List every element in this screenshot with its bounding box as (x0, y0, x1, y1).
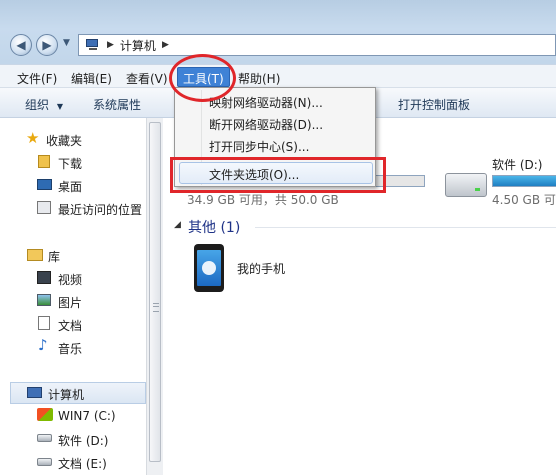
section-divider (255, 227, 556, 228)
menu-item-open-sync-center[interactable]: 打开同步中心(S)... (209, 138, 309, 155)
pictures-icon (37, 294, 51, 306)
scrollbar-grip-icon (153, 303, 159, 312)
breadcrumb-chevron-icon[interactable]: ▶ (107, 40, 114, 50)
menu-help[interactable]: 帮助(H) (238, 70, 280, 87)
address-bar[interactable]: ▶ 计算机 ▶ (78, 34, 556, 56)
drive-d-icon[interactable] (445, 173, 487, 197)
back-arrow-icon: ◀ (16, 38, 26, 52)
drive-d-name[interactable]: 软件 (D:) (492, 156, 542, 173)
menu-item-map-network-drive[interactable]: 映射网络驱动器(N)... (209, 94, 323, 111)
menu-item-disconnect-network-drive[interactable]: 断开网络驱动器(D)... (209, 116, 323, 133)
nav-libraries[interactable]: 库 (48, 248, 60, 265)
collapse-arrow-icon[interactable]: ◢ (174, 220, 181, 230)
breadcrumb-computer[interactable]: 计算机 (120, 37, 156, 54)
drive-c-free-space: 34.9 GB 可用，共 50.0 GB (187, 193, 339, 207)
back-button[interactable]: ◀ (10, 34, 32, 56)
nav-desktop[interactable]: 桌面 (58, 178, 82, 195)
drive-d-capacity-fill (493, 176, 556, 186)
hard-drive-icon (37, 434, 52, 442)
drive-d-capacity-bar (492, 175, 556, 187)
chevron-down-icon: ▼ (56, 102, 63, 111)
libraries-icon (27, 249, 43, 261)
menu-bar: 文件(F) 编辑(E) 查看(V) 工具(T) 帮助(H) (0, 64, 556, 88)
phone-logo-icon (202, 261, 216, 275)
device-my-phone[interactable]: 我的手机 (237, 260, 285, 277)
phone-screen (197, 250, 221, 286)
music-note-icon: ♪ (38, 336, 48, 354)
menu-edit[interactable]: 编辑(E) (71, 70, 112, 87)
windows-drive-icon (37, 408, 53, 421)
nav-drive-e[interactable]: 文档 (E:) (58, 455, 107, 472)
documents-icon (38, 316, 50, 330)
breadcrumb-chevron-icon[interactable]: ▶ (162, 40, 169, 50)
nav-favorites[interactable]: 收藏夹 (46, 132, 82, 149)
forward-button[interactable]: ▶ (36, 34, 58, 56)
scrollbar-thumb[interactable] (149, 122, 161, 462)
open-control-panel-button[interactable]: 打开控制面板 (398, 96, 470, 113)
nav-recent-places[interactable]: 最近访问的位置 (58, 201, 142, 218)
drive-d-free-space: 4.50 GB 可 (492, 193, 556, 207)
recent-places-icon (37, 201, 51, 214)
organize-label: 组织 (25, 98, 50, 112)
downloads-folder-icon (38, 155, 50, 168)
computer-icon (85, 39, 101, 51)
nav-scrollbar[interactable] (146, 118, 163, 475)
menu-file[interactable]: 文件(F) (17, 70, 57, 87)
nav-documents[interactable]: 文档 (58, 317, 82, 334)
nav-music[interactable]: 音乐 (58, 340, 82, 357)
organize-button[interactable]: 组织 ▼ (25, 96, 63, 113)
system-properties-button[interactable]: 系统属性 (93, 96, 141, 113)
section-other-header[interactable]: 其他 (1) (188, 217, 240, 237)
nav-videos[interactable]: 视频 (58, 271, 82, 288)
phone-device-icon[interactable] (194, 244, 224, 292)
menu-view[interactable]: 查看(V) (126, 70, 168, 87)
nav-pictures[interactable]: 图片 (58, 294, 82, 311)
nav-drive-c[interactable]: WIN7 (C:) (58, 409, 116, 423)
annotation-box-folder-options (170, 157, 386, 193)
annotation-circle-tools-menu (169, 54, 236, 102)
computer-icon (27, 387, 42, 398)
hard-drive-icon (37, 458, 52, 466)
nav-drive-d[interactable]: 软件 (D:) (58, 432, 108, 449)
title-bar: ◀ ▶ ▼ ▶ 计算机 ▶ (0, 0, 556, 64)
nav-downloads[interactable]: 下载 (58, 155, 82, 172)
recent-pages-chevron-icon[interactable]: ▼ (63, 38, 70, 48)
nav-computer[interactable]: 计算机 (48, 386, 84, 403)
star-icon: ★ (26, 129, 40, 147)
desktop-icon (37, 179, 52, 190)
navigation-pane: ★ 收藏夹 下载 桌面 最近访问的位置 库 视频 图片 文档 ♪ 音乐 计算机 … (0, 118, 146, 475)
forward-arrow-icon: ▶ (42, 38, 52, 52)
videos-icon (37, 271, 51, 284)
